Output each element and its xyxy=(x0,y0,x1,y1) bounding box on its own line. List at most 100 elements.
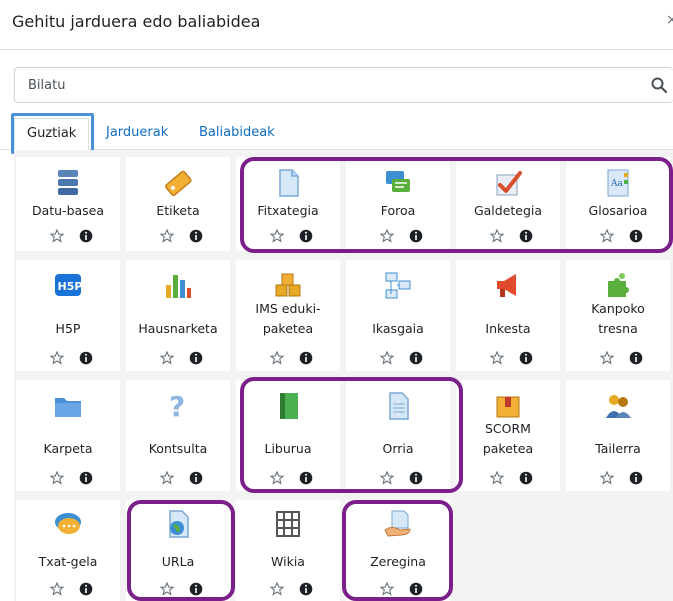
info-icon[interactable] xyxy=(519,229,533,243)
info-icon[interactable] xyxy=(299,229,313,243)
database-icon xyxy=(58,170,78,195)
star-icon[interactable] xyxy=(50,229,64,243)
info-icon[interactable] xyxy=(189,229,203,243)
star-icon[interactable] xyxy=(490,229,504,243)
tab-activities[interactable]: Jarduerak xyxy=(106,118,168,150)
module-tile[interactable]: H5P H5P xyxy=(16,260,120,371)
module-tile[interactable]: Etiketa xyxy=(126,157,230,251)
star-icon[interactable] xyxy=(600,351,614,365)
star-icon[interactable] xyxy=(270,582,284,596)
module-tile[interactable]: Kanpoko tresna xyxy=(566,260,670,371)
star-icon[interactable] xyxy=(160,351,174,365)
info-icon[interactable] xyxy=(519,351,533,365)
star-icon[interactable] xyxy=(270,471,284,485)
module-name: Tailerra xyxy=(595,441,641,456)
info-icon[interactable] xyxy=(409,582,423,596)
module-tile[interactable]: Hausnarketa xyxy=(126,260,230,371)
scorm-package-icon xyxy=(496,396,520,418)
label-tag-icon xyxy=(165,170,192,197)
module-tile[interactable]: Liburua xyxy=(236,380,340,491)
module-tile[interactable]: Foroa xyxy=(346,157,450,251)
info-icon[interactable] xyxy=(189,582,203,596)
info-icon[interactable] xyxy=(519,471,533,485)
module-tile[interactable]: Txat-gela xyxy=(16,500,120,601)
info-icon[interactable] xyxy=(189,351,203,365)
module-name: Ikasgaia xyxy=(372,321,424,336)
module-tile[interactable]: ? Kontsulta xyxy=(126,380,230,491)
wiki-icon xyxy=(276,511,300,537)
question-icon: ? xyxy=(169,390,185,422)
module-tile[interactable]: Fitxategia xyxy=(236,157,340,251)
star-icon[interactable] xyxy=(380,582,394,596)
star-icon[interactable] xyxy=(380,229,394,243)
info-icon[interactable] xyxy=(299,351,313,365)
module-tile[interactable]: Karpeta xyxy=(16,380,120,491)
module-name: Orria xyxy=(382,441,414,456)
module-tile[interactable]: Wikia xyxy=(236,500,340,601)
module-name-line2: paketea xyxy=(262,321,314,336)
info-icon[interactable] xyxy=(409,351,423,365)
star-icon[interactable] xyxy=(160,471,174,485)
module-tile[interactable]: Galdetegia xyxy=(456,157,560,251)
module-name: Kontsulta xyxy=(148,441,208,456)
star-icon[interactable] xyxy=(490,471,504,485)
tab-all[interactable]: Guztiak xyxy=(14,118,90,150)
star-icon[interactable] xyxy=(50,582,64,596)
module-tile[interactable]: Zeregina xyxy=(346,500,450,601)
module-tile[interactable]: Ikasgaia xyxy=(346,260,450,371)
info-icon[interactable] xyxy=(409,229,423,243)
info-icon[interactable] xyxy=(629,471,643,485)
info-icon[interactable] xyxy=(189,471,203,485)
info-icon[interactable] xyxy=(299,471,313,485)
module-name: Glosarioa xyxy=(588,203,648,218)
star-icon[interactable] xyxy=(270,229,284,243)
module-tile[interactable]: URLa xyxy=(126,500,230,601)
module-name: Fitxategia xyxy=(257,203,319,218)
module-tile[interactable]: Aa Glosarioa xyxy=(566,157,670,251)
close-icon[interactable]: × xyxy=(666,12,673,28)
module-tile[interactable]: Datu-basea xyxy=(16,157,120,251)
assignment-hand-icon xyxy=(384,510,411,537)
module-name: Kanpoko xyxy=(591,301,645,316)
external-tool-puzzle-icon xyxy=(608,273,629,297)
module-tile[interactable]: Inkesta xyxy=(456,260,560,371)
star-icon[interactable] xyxy=(160,229,174,243)
module-name: IMS eduki- xyxy=(255,301,321,316)
svg-text:Aa: Aa xyxy=(610,179,623,189)
star-icon[interactable] xyxy=(490,351,504,365)
module-name: Wikia xyxy=(271,554,305,569)
tab-bar: Guztiak Jarduerak Baliabideak xyxy=(0,118,673,150)
forum-icon xyxy=(386,171,410,192)
module-tile[interactable]: IMS eduki-paketea xyxy=(236,260,340,371)
star-icon[interactable] xyxy=(380,471,394,485)
star-icon[interactable] xyxy=(600,471,614,485)
search-icon[interactable] xyxy=(651,77,667,93)
info-icon[interactable] xyxy=(299,582,313,596)
workshop-people-icon xyxy=(606,395,631,418)
module-tile[interactable]: SCORM paketea xyxy=(456,380,560,491)
search-input[interactable] xyxy=(15,68,635,102)
folder-icon xyxy=(55,398,81,417)
star-icon[interactable] xyxy=(270,351,284,365)
module-name: Foroa xyxy=(380,203,416,218)
star-icon[interactable] xyxy=(50,471,64,485)
module-name: Txat-gela xyxy=(38,554,98,569)
dialog-title: Gehitu jarduera edo baliabidea xyxy=(12,12,261,31)
info-icon[interactable] xyxy=(79,229,93,243)
module-name: Datu-basea xyxy=(31,203,105,218)
star-icon[interactable] xyxy=(50,351,64,365)
module-tile[interactable]: Tailerra xyxy=(566,380,670,491)
info-icon[interactable] xyxy=(79,582,93,596)
info-icon[interactable] xyxy=(629,229,643,243)
tab-resources[interactable]: Baliabideak xyxy=(199,118,275,150)
info-icon[interactable] xyxy=(409,471,423,485)
book-icon xyxy=(280,393,298,419)
module-tile[interactable]: Orria xyxy=(346,380,450,491)
star-icon[interactable] xyxy=(160,582,174,596)
info-icon[interactable] xyxy=(79,471,93,485)
star-icon[interactable] xyxy=(600,229,614,243)
info-icon[interactable] xyxy=(629,351,643,365)
star-icon[interactable] xyxy=(380,351,394,365)
module-name: Inkesta xyxy=(485,321,531,336)
info-icon[interactable] xyxy=(79,351,93,365)
